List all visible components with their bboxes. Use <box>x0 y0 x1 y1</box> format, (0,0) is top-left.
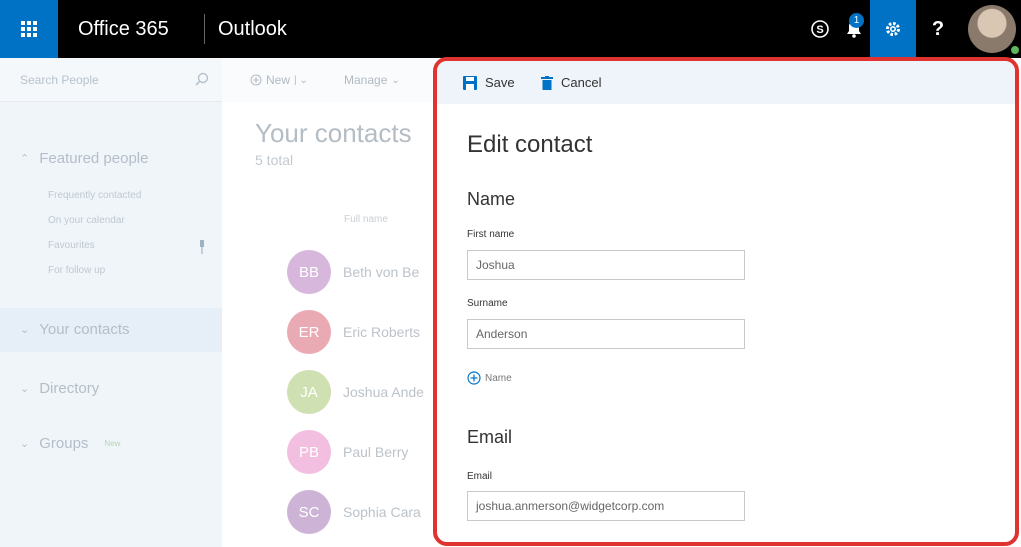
top-bar: Office 365 Outlook S 1 ? <box>0 0 1021 58</box>
contact-name: Beth von Be <box>343 264 420 280</box>
avatar: SC <box>287 490 331 534</box>
save-label: Save <box>485 75 515 90</box>
add-name-label: Name <box>485 372 512 384</box>
nav-item-on-your-calendar[interactable]: On your calendar <box>48 215 125 226</box>
avatar: JA <box>287 370 331 414</box>
contact-name: Paul Berry <box>343 444 409 460</box>
column-header-full-name[interactable]: Full name <box>344 214 388 225</box>
search-icon[interactable] <box>195 72 209 86</box>
first-name-field[interactable]: Joshua <box>467 250 745 280</box>
chevron-up-icon: ⌃ <box>20 153 30 165</box>
chevron-down-icon: ⌄ <box>20 383 30 395</box>
edit-panel-command-bar: Save Cancel <box>437 61 1015 104</box>
cancel-button[interactable]: Cancel <box>541 75 601 90</box>
trash-icon <box>541 75 553 90</box>
page-title: Your contacts <box>255 118 412 148</box>
manage-button[interactable]: Manage ⌄ <box>344 73 400 87</box>
name-section-heading: Name <box>467 189 516 209</box>
app-launcher-button[interactable] <box>0 0 58 58</box>
add-name-button[interactable]: Name <box>467 371 512 385</box>
nav-section-groups[interactable]: ⌄ Groups New <box>20 435 120 452</box>
avatar: ER <box>287 310 331 354</box>
left-navigation: Search People ⌃ Featured people Frequent… <box>0 58 222 547</box>
contact-name: Eric Roberts <box>343 324 421 340</box>
pin-icon[interactable] <box>198 240 206 254</box>
chevron-down-icon: ⌄ <box>20 324 30 336</box>
list-item[interactable]: BB Beth von Be <box>287 250 432 294</box>
list-item[interactable]: SC Sophia Cara <box>287 490 432 534</box>
nav-section-label: Featured people <box>39 150 149 167</box>
settings-button[interactable] <box>870 0 916 58</box>
app-title[interactable]: Outlook <box>218 0 287 58</box>
avatar: PB <box>287 430 331 474</box>
new-button[interactable]: New | ⌄ <box>250 73 308 87</box>
plus-circle-icon <box>250 74 262 86</box>
surname-field[interactable]: Anderson <box>467 319 745 349</box>
chevron-down-icon: ⌄ <box>391 74 400 86</box>
notification-count-badge: 1 <box>849 13 864 28</box>
nav-section-your-contacts[interactable]: ⌄ Your contacts <box>20 321 130 338</box>
cancel-label: Cancel <box>561 75 602 90</box>
new-badge: New <box>104 439 121 448</box>
title-divider <box>204 14 205 44</box>
suite-title[interactable]: Office 365 <box>78 0 169 58</box>
surname-label: Surname <box>467 298 508 309</box>
manage-label: Manage <box>344 73 388 87</box>
presence-indicator <box>1009 44 1021 56</box>
nav-item-frequently-contacted[interactable]: Frequently contacted <box>48 190 141 201</box>
notifications-button[interactable] <box>834 0 874 58</box>
save-icon <box>463 75 477 90</box>
user-avatar[interactable] <box>968 5 1016 53</box>
skype-icon: S <box>811 20 829 38</box>
list-item[interactable]: ER Eric Roberts <box>287 310 432 354</box>
gear-icon <box>886 22 900 36</box>
email-field[interactable]: joshua.anmerson@widgetcorp.com <box>467 491 745 521</box>
save-button[interactable]: Save <box>463 75 515 90</box>
list-item[interactable]: PB Paul Berry <box>287 430 432 474</box>
plus-circle-icon <box>467 371 481 385</box>
search-input[interactable]: Search People <box>20 73 99 87</box>
avatar: BB <box>287 250 331 294</box>
waffle-icon <box>21 21 37 37</box>
nav-section-label: Directory <box>39 380 100 397</box>
list-item[interactable]: JA Joshua Ande <box>287 370 432 414</box>
edit-contact-panel: Save Cancel Edit contact Name First name… <box>433 57 1019 546</box>
nav-section-featured-people[interactable]: ⌃ Featured people <box>20 150 148 167</box>
help-button[interactable]: ? <box>918 0 958 58</box>
new-label: New <box>266 73 291 87</box>
contact-name: Sophia Cara <box>343 504 421 520</box>
search-people-box[interactable]: Search People <box>0 58 222 102</box>
nav-section-label: Groups <box>39 435 89 452</box>
email-label: Email <box>467 471 493 482</box>
nav-section-directory[interactable]: ⌄ Directory <box>20 380 99 397</box>
nav-section-label: Your contacts <box>39 321 130 338</box>
chevron-down-icon: ⌄ <box>20 438 30 450</box>
contact-name: Joshua Ande <box>343 384 424 400</box>
panel-title: Edit contact <box>467 131 593 158</box>
first-name-label: First name <box>467 229 515 240</box>
svg-text:S: S <box>816 24 823 36</box>
nav-item-for-follow-up[interactable]: For follow up <box>48 265 105 276</box>
chevron-down-icon[interactable]: | ⌄ <box>294 75 308 86</box>
nav-item-favourites[interactable]: Favourites <box>48 240 95 251</box>
email-section-heading: Email <box>467 427 513 447</box>
contact-count: 5 total <box>255 152 294 168</box>
